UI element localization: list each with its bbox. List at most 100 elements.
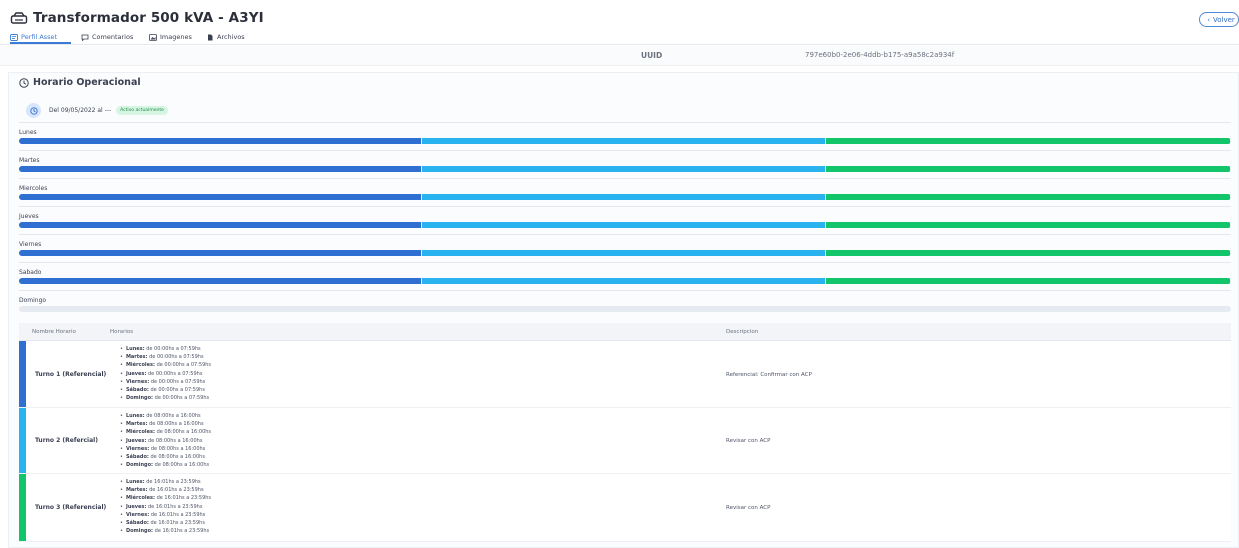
- schedule-item: Lunes: de 08:00hs a 16:00hs: [120, 412, 211, 420]
- schedule-time: de 08:00hs a 16:00hs: [146, 413, 201, 419]
- schedule-day: Martes:: [125, 421, 148, 428]
- schedule-item: Miércoles: de 16:01hs a 23:59hs: [120, 494, 211, 502]
- schedule-time: de 00:00hs a 07:59hs: [156, 362, 212, 369]
- schedule-item: Viernes: de 16:01hs a 23:59hs: [120, 511, 211, 519]
- day-label: Lunes: [19, 129, 37, 136]
- uuid-row: UUID 797e60b0-2e06-4ddb-b175-a9a58c2a934…: [0, 46, 1239, 66]
- shift-3-segment[interactable]: [826, 138, 1230, 144]
- shift-2-segment[interactable]: [422, 222, 825, 228]
- table-row[interactable]: Turno 3 (Referencial) Lunes: de 16:01hs a…: [19, 474, 1231, 542]
- schedule-day: Domingo:: [125, 462, 154, 469]
- schedule-day: Domingo:: [125, 395, 154, 402]
- tab-label: Perfil Asset: [21, 33, 58, 41]
- shift-1-segment[interactable]: [19, 222, 421, 228]
- shift-1-segment[interactable]: [19, 250, 421, 256]
- uuid-label: UUID: [641, 51, 663, 60]
- day-label: Sabado: [19, 269, 42, 276]
- day-bar: [19, 138, 1231, 144]
- schedule-item: Martes: de 16:01hs a 23:59hs: [120, 486, 211, 494]
- tab-label: Archivos: [217, 33, 245, 41]
- section-title-text: Horario Operacional: [33, 77, 141, 88]
- schedule-item: Viernes: de 08:00hs a 16:00hs: [120, 445, 211, 453]
- schedule-day: Jueves:: [125, 370, 147, 377]
- schedule-time: de 00:00hs a 07:59hs: [149, 354, 204, 361]
- shift-name: Turno 1 (Referencial): [35, 370, 107, 378]
- schedule-item: Martes: de 00:00hs a 07:59hs: [120, 353, 211, 361]
- day-bar: [19, 250, 1231, 256]
- tab-bar: Perfil Asset Comentarios Imagenes Archiv…: [0, 30, 1239, 45]
- schedule-day: Martes:: [125, 487, 148, 494]
- file-icon: [208, 34, 213, 40]
- schedule-time: de 00:00hs a 07:59hs: [150, 378, 206, 385]
- schedule-day: Viernes:: [125, 445, 150, 452]
- schedule-day: Miércoles:: [125, 429, 155, 436]
- shift-description: Revisar con ACP: [726, 505, 771, 511]
- back-button[interactable]: ‹ Volver: [1199, 12, 1239, 27]
- column-header-description: Descripcion: [726, 329, 759, 335]
- table-row[interactable]: Turno 1 (Referencial) Lunes: de 00:00hs a…: [19, 341, 1231, 408]
- shift-name: Turno 2 (Refercial): [35, 437, 98, 444]
- period-text: Del 09/05/2022 al ---: [49, 107, 112, 114]
- status-badge: Activo actualmente: [116, 106, 168, 115]
- shift-3-segment[interactable]: [826, 166, 1230, 172]
- schedule-time: de 08:00hs a 16:00hs: [156, 429, 212, 436]
- shift-1-segment[interactable]: [19, 194, 421, 200]
- day-label: Viernes: [19, 241, 42, 248]
- schedule-time: de 16:01hs a 23:59hs: [150, 520, 205, 527]
- schedule-time: de 08:00hs a 16:00hs: [150, 445, 206, 452]
- schedule-time: de 08:00hs a 16:00hs: [149, 421, 204, 428]
- schedule-item: Jueves: de 16:01hs a 23:59hs: [120, 503, 211, 511]
- shift-2-segment[interactable]: [422, 166, 825, 172]
- day-label: Martes: [19, 157, 40, 164]
- shift-1-segment[interactable]: [19, 138, 421, 144]
- shift-2-segment[interactable]: [422, 138, 825, 144]
- day-bar: [19, 222, 1231, 228]
- shift-3-segment[interactable]: [826, 250, 1230, 256]
- schedule-day: Jueves:: [125, 503, 147, 510]
- schedule-list: Lunes: de 16:01hs a 23:59hsMartes: de 16…: [120, 478, 211, 535]
- schedule-day: Domingo:: [125, 528, 154, 535]
- schedule-time: de 00:00hs a 07:59hs: [146, 346, 201, 352]
- day-bar: [19, 278, 1231, 284]
- schedule-list: Lunes: de 00:00hs a 07:59hsMartes: de 00…: [120, 345, 211, 402]
- day-divider: [19, 234, 1231, 235]
- shift-3-segment[interactable]: [826, 194, 1230, 200]
- transformer-icon: [10, 12, 28, 24]
- shift-2-segment[interactable]: [422, 250, 825, 256]
- day-label: Jueves: [19, 213, 39, 220]
- schedule-time: de 16:01hs a 23:59hs: [149, 487, 204, 494]
- shift-3-segment[interactable]: [826, 222, 1230, 228]
- schedule-day: Sábado:: [125, 387, 149, 394]
- shift-2-segment[interactable]: [422, 194, 825, 200]
- shift-1-segment[interactable]: [19, 166, 421, 172]
- tab-archivos[interactable]: Archivos: [206, 30, 245, 44]
- back-button-label: Volver: [1213, 15, 1235, 24]
- title-row: Transformador 500 kVA - A3YI: [10, 10, 264, 26]
- day-divider: [19, 178, 1231, 179]
- schedule-day: Martes:: [125, 354, 148, 361]
- day-bar: [19, 194, 1231, 200]
- table-header: Nombre Horario Horarios Descripcion: [19, 323, 1231, 341]
- schedule-item: Miércoles: de 08:00hs a 16:00hs: [120, 428, 211, 436]
- schedule-time: de 16:01hs a 23:59hs: [150, 511, 206, 518]
- day-divider: [19, 262, 1231, 263]
- shift-1-segment[interactable]: [19, 278, 421, 284]
- column-header-name: Nombre Horario: [32, 329, 76, 335]
- schedule-item: Sábado: de 00:00hs a 07:59hs: [120, 386, 211, 394]
- table-row[interactable]: Turno 2 (Refercial) Lunes: de 08:00hs a 1…: [19, 408, 1231, 474]
- column-header-schedule: Horarios: [110, 329, 134, 335]
- tab-comentarios[interactable]: Comentarios: [81, 30, 133, 44]
- schedule-day: Sábado:: [125, 454, 149, 461]
- day-divider: [19, 122, 1231, 123]
- row-color-accent: [19, 341, 26, 407]
- tab-imagenes[interactable]: Imagenes: [149, 30, 192, 44]
- page-title: Transformador 500 kVA - A3YI: [33, 10, 264, 26]
- schedule-item: Lunes: de 00:00hs a 07:59hs: [120, 345, 211, 353]
- schedule-time: de 00:00hs a 07:59hs: [150, 387, 205, 394]
- shift-2-segment[interactable]: [422, 278, 825, 284]
- schedule-time: de 16:01hs a 23:59hs: [154, 528, 210, 535]
- shift-3-segment[interactable]: [826, 278, 1230, 284]
- schedule-time: de 16:01hs a 23:59hs: [146, 479, 201, 485]
- schedule-item: Domingo: de 00:00hs a 07:59hs: [120, 394, 211, 402]
- schedule-item: Martes: de 08:00hs a 16:00hs: [120, 420, 211, 428]
